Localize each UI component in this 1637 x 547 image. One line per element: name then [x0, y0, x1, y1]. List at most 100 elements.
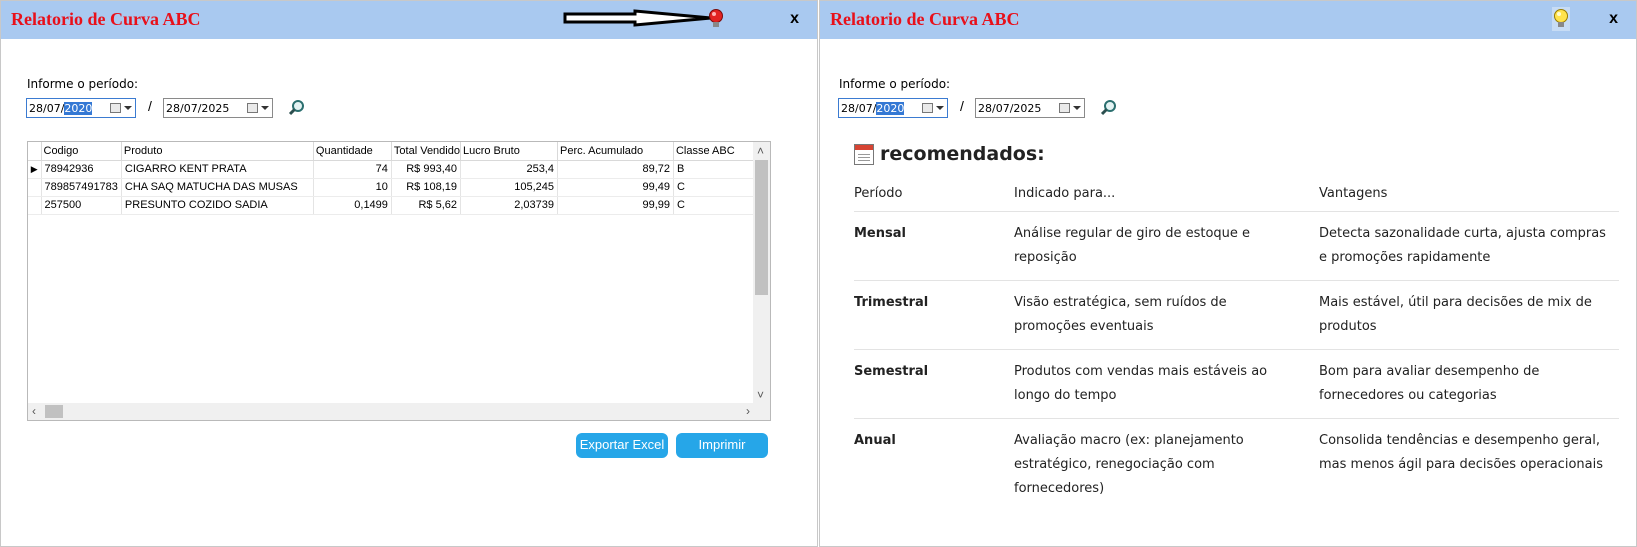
window-title: Relatorio de Curva ABC [11, 9, 201, 29]
cell-classe[interactable]: C [673, 196, 760, 215]
scroll-left-icon[interactable]: ‹ [32, 404, 36, 418]
date-to-field[interactable]: 28/07/2025 [975, 98, 1085, 118]
chevron-down-icon[interactable] [124, 106, 132, 110]
close-button[interactable]: x [1609, 10, 1618, 28]
period-label: Informe o período: [839, 77, 951, 91]
chevron-down-icon[interactable] [936, 106, 944, 110]
list-item: Anual Avaliação macro (ex: planejamento … [854, 419, 1619, 509]
column-header[interactable]: Lucro Bruto [460, 142, 558, 161]
cell-codigo[interactable]: 78942936 [41, 160, 122, 179]
cell-total-vendido[interactable]: R$ 108,19 [391, 178, 461, 197]
indicated-text: Visão estratégica, sem ruídos de promoçõ… [1014, 295, 1227, 334]
cell-quantidade[interactable]: 10 [313, 178, 392, 197]
cell-total-vendido[interactable]: R$ 5,62 [391, 196, 461, 215]
window-title: Relatorio de Curva ABC [830, 9, 1020, 29]
column-header[interactable]: Produto [121, 142, 314, 161]
vertical-scrollbar[interactable]: ˄ ˅ [753, 142, 770, 404]
calendar-icon[interactable] [1059, 103, 1070, 113]
period-name: Mensal [854, 226, 906, 241]
period-name: Trimestral [854, 295, 929, 310]
yellow-lightbulb-icon[interactable] [1552, 7, 1570, 31]
date-separator: / [960, 98, 964, 114]
cell-produto[interactable]: CIGARRO KENT PRATA [121, 160, 314, 179]
date-to-field[interactable]: 28/07/2025 [163, 98, 273, 118]
cell-produto[interactable]: CHA SAQ MATUCHA DAS MUSAS [121, 178, 314, 197]
table-row[interactable]: 789857491783 CHA SAQ MATUCHA DAS MUSAS 1… [28, 178, 760, 197]
indicated-text: Produtos com vendas mais estáveis ao lon… [1014, 364, 1268, 403]
cell-classe[interactable]: C [673, 178, 760, 197]
titlebar: Relatorio de Curva ABC x [1, 1, 817, 39]
export-excel-button[interactable]: Exportar Excel [576, 433, 668, 458]
cell-produto[interactable]: PRESUNTO COZIDO SADIA [121, 196, 314, 215]
scroll-up-icon[interactable]: ˄ [757, 144, 764, 158]
magnifier-search-icon[interactable] [1100, 99, 1118, 117]
titlebar: Relatorio de Curva ABC x [820, 1, 1636, 39]
date-separator: / [148, 98, 152, 114]
header-indicated: Indicado para... [1014, 186, 1116, 201]
list-item: Semestral Produtos com vendas mais estáv… [854, 350, 1619, 419]
table-row[interactable]: ▶ 78942936 CIGARRO KENT PRATA 74 R$ 993,… [28, 160, 760, 179]
column-header[interactable]: Quantidade [313, 142, 392, 161]
period-label: Informe o período: [27, 77, 139, 91]
date-from-prefix: 28/07/ [841, 102, 877, 115]
advantages-text: Consolida tendências e desempenho geral,… [1319, 433, 1603, 472]
chevron-down-icon[interactable] [1073, 106, 1081, 110]
table-row[interactable]: 257500 PRESUNTO COZIDO SADIA 0,1499 R$ 5… [28, 196, 760, 215]
header-advantages: Vantagens [1319, 186, 1388, 201]
recommendations-header-row: Período Indicado para... Vantagens [854, 178, 1619, 212]
arrow-annotation-icon [563, 9, 712, 27]
scroll-thumb[interactable] [45, 405, 63, 418]
calendar-icon[interactable] [922, 103, 933, 113]
recommendations-table: Período Indicado para... Vantagens Mensa… [854, 178, 1619, 509]
column-header[interactable]: Total Vendido [391, 142, 461, 161]
advantages-text: Mais estável, útil para decisões de mix … [1319, 295, 1592, 334]
row-indicator [28, 178, 42, 197]
cell-lucro-bruto[interactable]: 2,03739 [460, 196, 558, 215]
header-period: Período [854, 186, 903, 201]
list-item: Trimestral Visão estratégica, sem ruídos… [854, 281, 1619, 350]
list-item: Mensal Análise regular de giro de estoqu… [854, 212, 1619, 281]
cell-perc-acumulado[interactable]: 99,49 [557, 178, 674, 197]
date-from-selected: 2020 [64, 102, 93, 115]
indicated-text: Avaliação macro (ex: planejamento estrat… [1014, 433, 1244, 496]
date-to-value: 28/07/2025 [166, 102, 230, 115]
period-name: Semestral [854, 364, 929, 379]
calendar-icon[interactable] [247, 103, 258, 113]
red-lightbulb-icon[interactable] [707, 7, 725, 31]
column-header[interactable]: Classe ABC [673, 142, 760, 161]
current-row-indicator-icon: ▶ [28, 160, 42, 179]
cell-quantidade[interactable]: 74 [313, 160, 392, 179]
print-button[interactable]: Imprimir [676, 433, 768, 458]
chevron-down-icon[interactable] [261, 106, 269, 110]
scroll-right-icon[interactable]: › [746, 404, 750, 418]
calendar-icon[interactable] [110, 103, 121, 113]
cell-quantidade[interactable]: 0,1499 [313, 196, 392, 215]
advantages-text: Bom para avaliar desempenho de fornecedo… [1319, 364, 1540, 403]
advantages-text: Detecta sazonalidade curta, ajusta compr… [1319, 226, 1606, 265]
column-header[interactable]: Codigo [41, 142, 122, 161]
date-from-field[interactable]: 28/07/2020 [26, 98, 136, 118]
date-to-value: 28/07/2025 [978, 102, 1042, 115]
row-indicator-header [28, 142, 42, 161]
indicated-text: Análise regular de giro de estoque e rep… [1014, 226, 1251, 265]
cell-codigo[interactable]: 789857491783 [41, 178, 122, 197]
cell-codigo[interactable]: 257500 [41, 196, 122, 215]
cell-perc-acumulado[interactable]: 89,72 [557, 160, 674, 179]
cell-lucro-bruto[interactable]: 105,245 [460, 178, 558, 197]
row-indicator [28, 196, 42, 215]
cell-perc-acumulado[interactable]: 99,99 [557, 196, 674, 215]
calendar-icon [854, 144, 874, 165]
cell-total-vendido[interactable]: R$ 993,40 [391, 160, 461, 179]
scroll-thumb[interactable] [755, 160, 768, 295]
abc-data-grid[interactable]: Codigo Produto Quantidade Total Vendido … [27, 141, 771, 421]
scroll-down-icon[interactable]: ˅ [757, 388, 764, 402]
column-header[interactable]: Perc. Acumulado [557, 142, 674, 161]
date-from-field[interactable]: 28/07/2020 [838, 98, 948, 118]
grid-header-row: Codigo Produto Quantidade Total Vendido … [28, 142, 760, 161]
magnifier-search-icon[interactable] [288, 99, 306, 117]
left-report-window: Relatorio de Curva ABC x Informe o perío… [0, 0, 818, 547]
cell-lucro-bruto[interactable]: 253,4 [460, 160, 558, 179]
cell-classe[interactable]: B [673, 160, 760, 179]
close-button[interactable]: x [790, 10, 799, 28]
horizontal-scrollbar[interactable]: ‹ › [28, 403, 770, 420]
